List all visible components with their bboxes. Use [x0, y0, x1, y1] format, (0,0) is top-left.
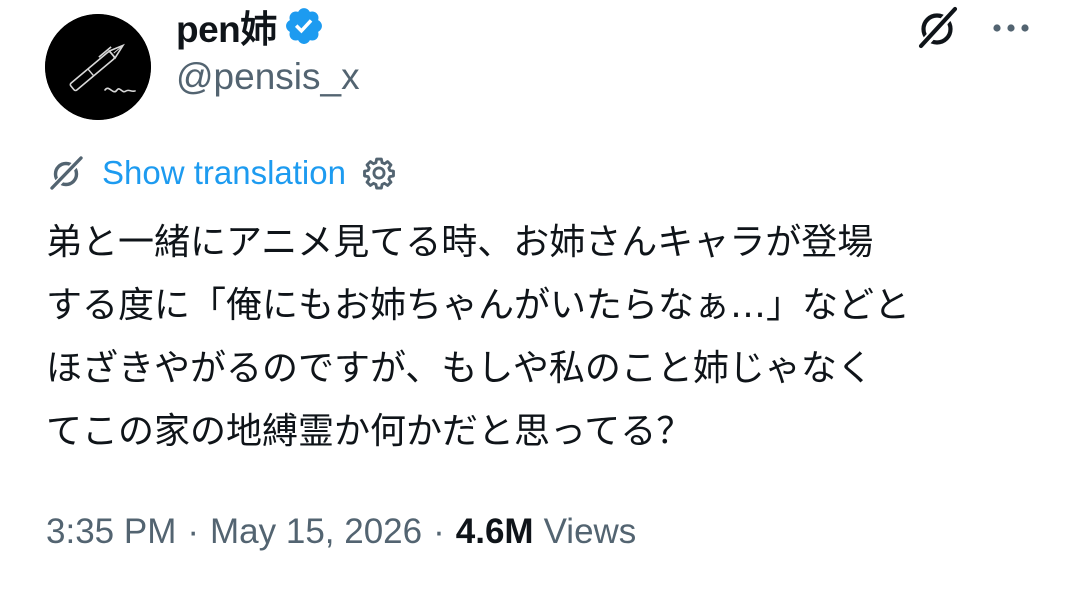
display-name-row[interactable]: pen姉: [176, 0, 325, 52]
grok-icon: [918, 5, 959, 50]
fountain-pen-icon: [45, 14, 151, 120]
tweet-text-line: てこの家の地縛霊か何かだと思ってる？: [46, 411, 693, 452]
more-horizontal-icon: [993, 24, 1029, 32]
tweet-meta: 3:35 PM · May 15, 2026 · 4.6M Views: [46, 508, 636, 556]
post-time[interactable]: 3:35 PM: [46, 512, 176, 552]
verified-badge-icon: [283, 5, 325, 47]
tweet-text-line: ほざきやがるのですが、もしや私のこと姉じゃなく: [46, 348, 873, 389]
tweet-text: 弟と一緒にアニメ見てる時、お姉さんキャラが登場 する度に「俺にもお姉ちゃんがいた…: [46, 211, 1046, 463]
gear-icon[interactable]: [360, 154, 398, 192]
tweet-text-line: する度に「俺にもお姉ちゃんがいたらなぁ…」などと: [46, 285, 911, 326]
avatar[interactable]: [45, 14, 151, 120]
meta-separator: ·: [187, 512, 200, 551]
meta-separator: ·: [433, 512, 445, 551]
more-options-button[interactable]: [985, 2, 1037, 54]
views-count[interactable]: 4.6M: [456, 512, 534, 552]
tweet-text-line: 弟と一緒にアニメ見てる時、お姉さんキャラが登場: [46, 222, 874, 263]
show-translation-link[interactable]: Show translation: [102, 154, 346, 192]
display-name[interactable]: pen姉: [176, 0, 277, 53]
grok-button[interactable]: [911, 2, 963, 54]
grok-translate-icon: [46, 153, 86, 193]
tweet-detail: pen姉 @pensis_x Show translation 弟と一緒にアニメ…: [0, 0, 1080, 594]
translation-row: Show translation: [46, 148, 398, 198]
user-handle[interactable]: @pensis_x: [176, 56, 360, 98]
post-date[interactable]: May 15, 2026: [210, 512, 422, 552]
views-label[interactable]: Views: [544, 512, 637, 552]
